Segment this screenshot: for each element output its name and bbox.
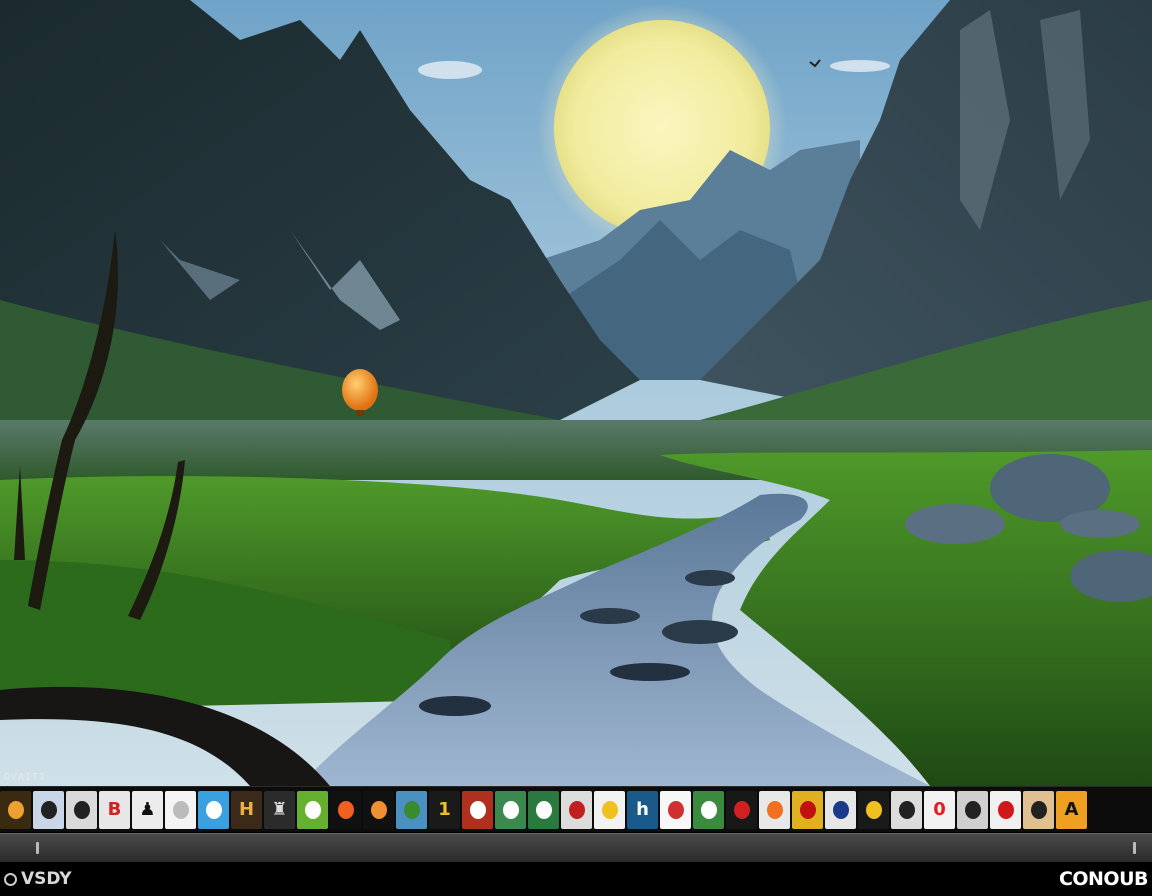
status-bar xyxy=(0,833,1152,863)
tile-shape xyxy=(766,800,783,819)
tile-shape xyxy=(172,800,189,819)
tile-shape xyxy=(898,800,915,819)
app-icon-eye[interactable] xyxy=(825,790,856,829)
brand-left-label: VSDY xyxy=(21,869,72,889)
tile-shape xyxy=(700,800,717,819)
tile-shape xyxy=(205,800,222,819)
tile-glyph: ♟ xyxy=(139,799,156,820)
app-icon-green-hills[interactable] xyxy=(528,790,559,829)
app-icon-red-car[interactable] xyxy=(726,790,757,829)
app-icon-sunset-globe[interactable] xyxy=(330,790,361,829)
tile-shape xyxy=(304,800,321,819)
tile-shape xyxy=(73,800,90,819)
tile-glyph: 0 xyxy=(933,799,946,820)
app-icon-person-portrait[interactable] xyxy=(33,790,64,829)
tile-shape xyxy=(40,800,57,819)
tile-shape xyxy=(7,800,24,819)
tile-shape xyxy=(799,800,816,819)
app-icon-sun-globe[interactable] xyxy=(363,790,394,829)
app-icon-green-meadow[interactable] xyxy=(693,790,724,829)
app-icon-teal-h[interactable]: h xyxy=(627,790,658,829)
app-icon-camera[interactable] xyxy=(891,790,922,829)
tile-shape xyxy=(469,800,486,819)
app-icon-red-zero[interactable]: 0 xyxy=(924,790,955,829)
app-icon-yellow-shield[interactable] xyxy=(594,790,625,829)
tile-shape xyxy=(601,800,618,819)
app-icon-dark-figure[interactable]: ♜ xyxy=(264,790,295,829)
desktop-wallpaper xyxy=(0,0,1152,786)
tile-shape xyxy=(535,800,552,819)
app-icon-white-card[interactable] xyxy=(660,790,691,829)
app-icon-green-leaf[interactable] xyxy=(297,790,328,829)
tile-glyph: H xyxy=(238,799,255,820)
left-handle-icon[interactable] xyxy=(36,842,39,854)
app-icon-orange-ball[interactable] xyxy=(759,790,790,829)
app-icon-person-portrait[interactable] xyxy=(66,790,97,829)
tile-shape xyxy=(733,800,750,819)
brand-left-logo: VSDY xyxy=(4,869,72,889)
app-icon-red-flower[interactable] xyxy=(792,790,823,829)
bottom-bar: VSDY CONOUB xyxy=(0,862,1152,896)
tile-shape xyxy=(370,800,387,819)
desktop-corner-label: OVAITI xyxy=(4,772,47,783)
taskbar-dock: B ♟ H ♜ 1 h 0 A xyxy=(0,786,1152,832)
tile-glyph: B xyxy=(107,799,122,820)
app-icon-brown-book[interactable]: H xyxy=(231,790,262,829)
app-icon-red-b[interactable]: B xyxy=(99,790,130,829)
app-icon-person-portrait[interactable] xyxy=(1023,790,1054,829)
app-icon-landscape[interactable] xyxy=(396,790,427,829)
right-handle-icon[interactable] xyxy=(1133,842,1136,854)
app-icon-sky-swirl[interactable] xyxy=(198,790,229,829)
app-icon-red-gift[interactable] xyxy=(990,790,1021,829)
app-icon-orange-letter[interactable]: A xyxy=(1056,790,1087,829)
tile-shape xyxy=(865,800,882,819)
tile-glyph: 1 xyxy=(438,799,451,820)
tile-glyph: ♜ xyxy=(271,799,288,820)
app-icon-yellow-drop[interactable] xyxy=(858,790,889,829)
brand-right-label: CONOUB xyxy=(1058,868,1149,890)
app-icon-white-doc[interactable] xyxy=(165,790,196,829)
tile-shape xyxy=(997,800,1014,819)
app-icon-red-figure[interactable] xyxy=(561,790,592,829)
tile-shape xyxy=(667,800,684,819)
app-icon-red-scene[interactable] xyxy=(462,790,493,829)
tile-shape xyxy=(964,800,981,819)
tile-glyph: A xyxy=(1064,799,1079,820)
app-icon-number-one[interactable]: 1 xyxy=(429,790,460,829)
app-icon-person-portrait[interactable] xyxy=(957,790,988,829)
tile-shape xyxy=(832,800,849,819)
app-icon-orange-circle[interactable] xyxy=(0,790,31,829)
brand-circle-icon xyxy=(4,872,17,886)
tile-shape xyxy=(1030,800,1047,819)
tile-shape xyxy=(337,800,354,819)
app-icon-black-figure[interactable]: ♟ xyxy=(132,790,163,829)
tile-shape xyxy=(502,800,519,819)
app-icon-green-field[interactable] xyxy=(495,790,526,829)
tile-shape xyxy=(403,800,420,819)
tile-shape xyxy=(568,800,585,819)
tile-glyph: h xyxy=(636,799,649,820)
